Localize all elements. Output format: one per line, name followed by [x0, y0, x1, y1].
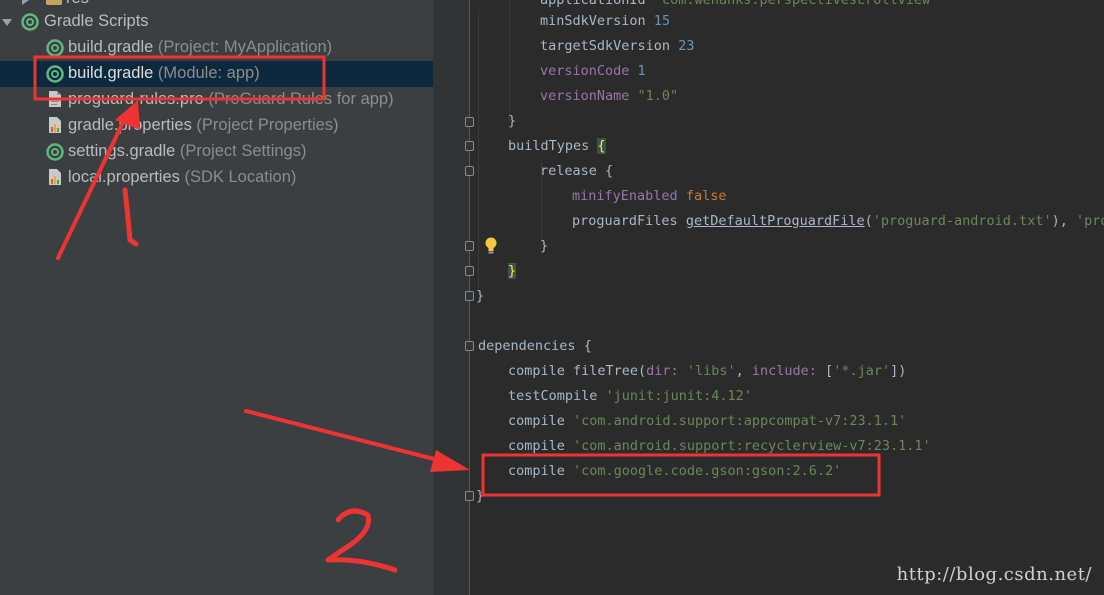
code-line: testCompile 'junit:junit:4.12' [508, 388, 752, 404]
code-line: } [476, 488, 485, 504]
code-line: versionCode 1 [540, 63, 646, 79]
tree-item-label: gradle.properties [68, 116, 192, 134]
gradle-icon [21, 13, 39, 31]
expand-arrow-icon[interactable] [22, 0, 29, 5]
tree-item-settings-gradle[interactable]: settings.gradle (Project Settings) [0, 139, 433, 165]
collapse-arrow-icon[interactable] [2, 19, 12, 26]
tree-group-label: Gradle Scripts [44, 12, 149, 30]
properties-icon [49, 169, 61, 185]
indent-guide [509, 0, 510, 122]
project-tree-panel: res Gradle Scripts build.gradle (Project… [0, 0, 433, 595]
tree-item-label: settings.gradle [68, 142, 176, 160]
tree-group-gradle-scripts[interactable]: Gradle Scripts [0, 9, 433, 35]
code-line: buildTypes { [508, 138, 606, 154]
tree-item-label: proguard-rules.pro [68, 90, 204, 108]
tree-item-local-properties[interactable]: local.properties (SDK Location) [0, 165, 433, 191]
tree-item-label: res [66, 0, 89, 8]
tree-item-proguard-rules[interactable]: proguard-rules.pro (ProGuard Rules for a… [0, 87, 433, 113]
tree-item-hint: (Module: app) [157, 64, 260, 82]
code-line: compile 'com.android.support:recyclervie… [508, 438, 931, 454]
code-line: } [476, 288, 485, 304]
fold-marker-icon[interactable] [465, 117, 474, 127]
code-line: targetSdkVersion 23 [540, 38, 695, 54]
code-line: } [540, 238, 549, 254]
code-line: minifyEnabled false [572, 188, 727, 204]
lightbulb-icon[interactable] [484, 237, 498, 255]
tree-item-label: local.properties [68, 168, 180, 186]
tree-item-hint: (Project Settings) [179, 142, 307, 160]
indent-guide [478, 10, 479, 290]
fold-marker-icon[interactable] [465, 266, 474, 276]
folder-icon [46, 0, 62, 5]
code-line-gson: compile 'com.google.code.gson:gson:2.6.2… [508, 463, 842, 479]
code-line: compile 'com.android.support:appcompat-v… [508, 413, 907, 429]
fold-marker-icon[interactable] [465, 141, 474, 151]
code-line: } [508, 113, 517, 129]
tree-item-label: build.gradle [68, 38, 154, 56]
properties-icon [49, 117, 61, 133]
code-line: minSdkVersion 15 [540, 13, 671, 29]
fold-marker-icon[interactable] [465, 291, 474, 301]
fold-marker-icon[interactable] [465, 491, 474, 501]
tree-item-label: build.gradle [68, 64, 154, 82]
code-line: versionName "1.0" [540, 88, 679, 104]
tree-item-hint: (ProGuard Rules for app) [208, 90, 394, 108]
editor-gutter [433, 0, 469, 595]
code-line: dependencies { [478, 338, 592, 354]
tree-item-hint: (Project: MyApplication) [157, 38, 333, 56]
fold-marker-icon[interactable] [465, 241, 474, 251]
fold-marker-icon[interactable] [465, 166, 474, 176]
tree-item-hint: (Project Properties) [196, 116, 339, 134]
gradle-icon [46, 39, 64, 57]
code-line: compile fileTree(dir: 'libs', include: [… [508, 363, 907, 379]
code-line: release { [540, 163, 614, 179]
gradle-icon [46, 143, 64, 161]
code-line: } [508, 263, 517, 279]
file-icon [49, 91, 61, 107]
tree-item-gradle-properties[interactable]: gradle.properties (Project Properties) [0, 113, 433, 139]
fold-marker-icon[interactable] [465, 341, 474, 351]
tree-item-hint: (SDK Location) [184, 168, 297, 186]
gradle-icon [46, 65, 64, 83]
tree-item-build-gradle-project[interactable]: build.gradle (Project: MyApplication) [0, 35, 433, 61]
tree-item-build-gradle-module[interactable]: build.gradle (Module: app) [0, 61, 433, 87]
code-line: proguardFiles getDefaultProguardFile('pr… [572, 213, 1104, 229]
watermark: http://blog.csdn.net/ [896, 564, 1092, 585]
